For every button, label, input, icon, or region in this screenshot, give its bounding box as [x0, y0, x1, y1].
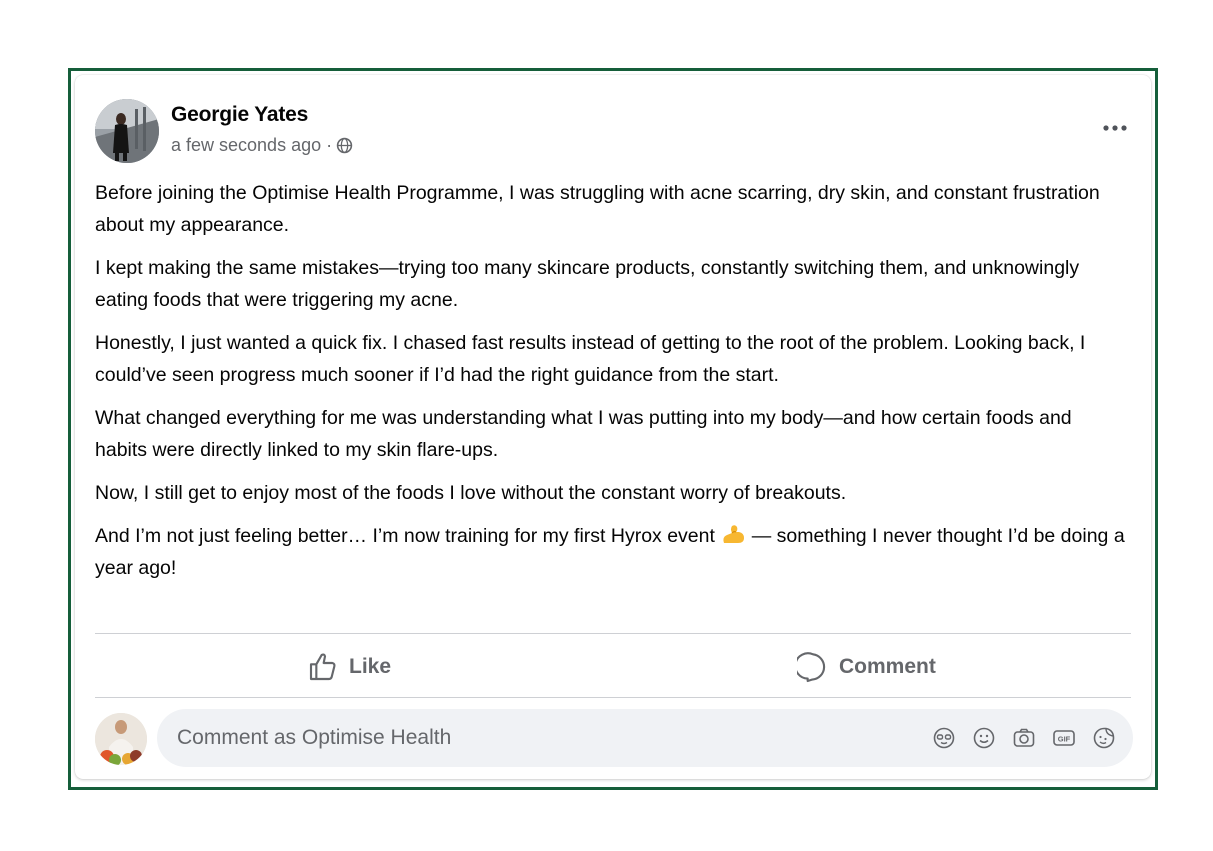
divider	[95, 697, 1131, 698]
comment-input[interactable]	[175, 725, 879, 751]
comment-button[interactable]: Comment	[797, 645, 936, 689]
post-card: Georgie Yates a few seconds ago · Before…	[75, 75, 1151, 779]
post-body: Before joining the Optimise Health Progr…	[95, 177, 1125, 595]
more-options-button[interactable]	[1097, 113, 1133, 143]
camera-icon[interactable]	[1011, 725, 1037, 751]
comment-label: Comment	[839, 655, 936, 678]
avatar-sticker-icon[interactable]	[931, 725, 957, 751]
comment-composer: GIF	[157, 709, 1133, 767]
post-paragraph: What changed everything for me was under…	[95, 407, 1072, 461]
flexed-biceps-icon	[723, 525, 745, 543]
composer-tools: GIF	[931, 725, 1117, 751]
post-paragraph: I kept making the same mistakes—trying t…	[95, 257, 1080, 311]
like-button[interactable]: Like	[307, 645, 391, 689]
post-paragraph: Before joining the Optimise Health Progr…	[95, 182, 1100, 236]
author-name[interactable]: Georgie Yates	[171, 103, 308, 127]
more-dots-icon	[1103, 125, 1127, 131]
svg-text:GIF: GIF	[1058, 734, 1071, 743]
post-text-before-emoji: And I’m not just feeling better… I’m now…	[95, 525, 715, 547]
thumbs-up-icon	[309, 653, 336, 681]
sticker-icon[interactable]	[1091, 725, 1117, 751]
post-paragraph: Honestly, I just wanted a quick fix. I c…	[95, 332, 1086, 386]
post-meta: a few seconds ago ·	[171, 135, 353, 156]
post-paragraph-last: And I’m not just feeling better… I’m now…	[95, 520, 1125, 584]
post-paragraph: Now, I still get to enjoy most of the fo…	[95, 482, 847, 504]
post-timestamp[interactable]: a few seconds ago ·	[171, 135, 332, 156]
globe-icon[interactable]	[336, 137, 353, 154]
post-frame: Georgie Yates a few seconds ago · Before…	[68, 68, 1158, 790]
author-avatar[interactable]	[95, 99, 159, 163]
emoji-icon[interactable]	[971, 725, 997, 751]
like-label: Like	[349, 655, 392, 678]
commenter-avatar[interactable]	[95, 713, 147, 765]
gif-icon[interactable]: GIF	[1051, 725, 1077, 751]
divider	[95, 633, 1131, 634]
comment-bubble-icon	[797, 652, 826, 683]
